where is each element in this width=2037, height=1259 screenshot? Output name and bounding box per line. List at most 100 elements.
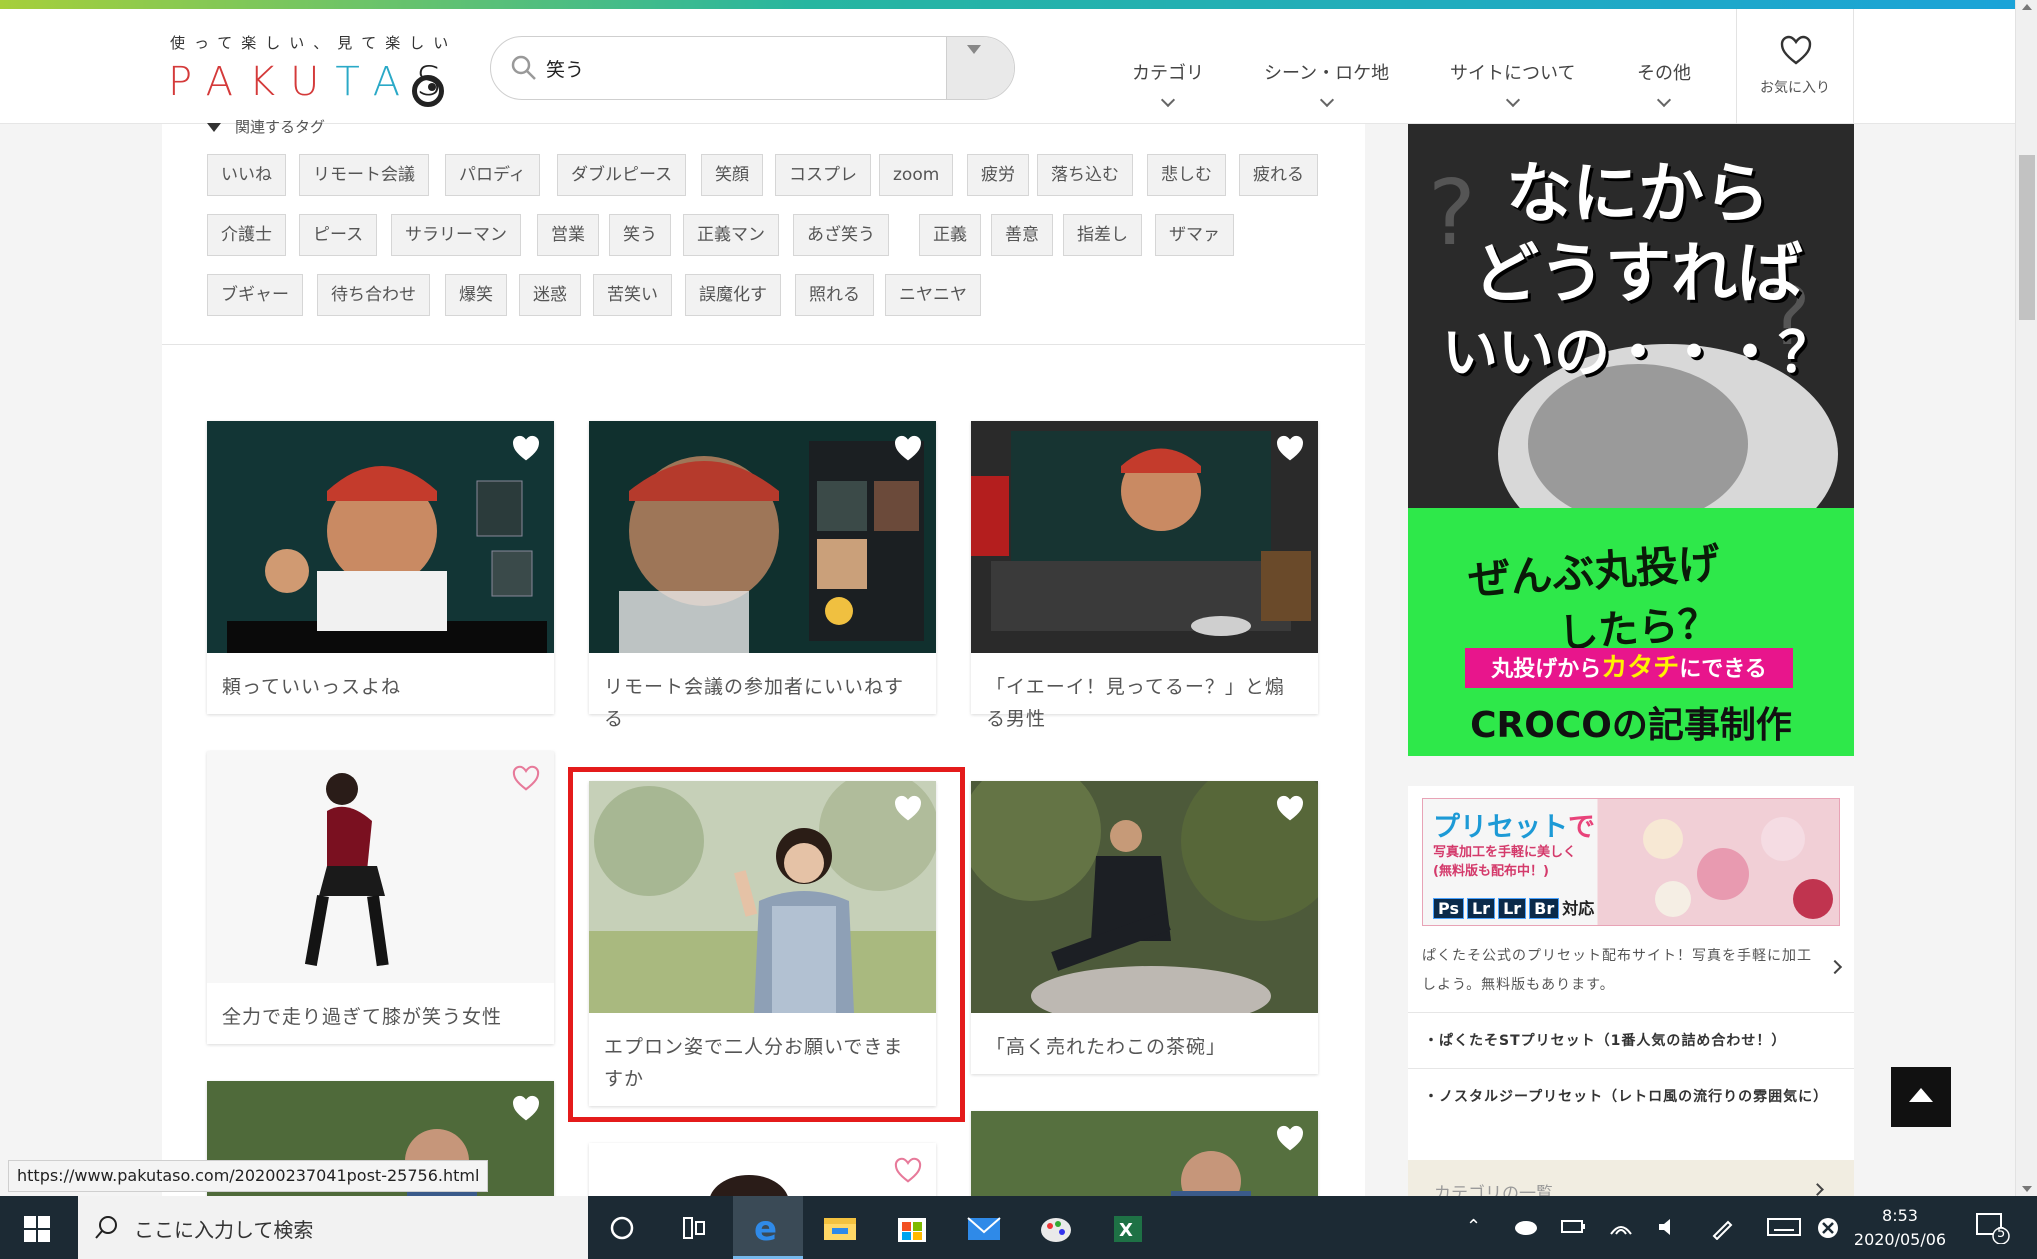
tag-item[interactable]: 営業 bbox=[537, 214, 599, 256]
photo-thumbnail[interactable] bbox=[207, 421, 554, 653]
tag-item[interactable]: 正義 bbox=[919, 214, 981, 256]
edge-browser-icon[interactable]: e bbox=[746, 1206, 790, 1250]
photo-thumbnail[interactable] bbox=[971, 421, 1318, 653]
windows-start-icon[interactable] bbox=[24, 1216, 50, 1242]
photo-caption[interactable]: 頼っていいっスよね bbox=[207, 653, 554, 703]
photo-thumbnail[interactable] bbox=[971, 781, 1318, 1013]
scroll-down-arrow-icon[interactable] bbox=[2022, 1186, 2032, 1192]
photo-card[interactable]: リモート会議の参加者にいいねする bbox=[589, 421, 936, 730]
nav-about[interactable]: サイトについて bbox=[1450, 59, 1576, 108]
preset-link-st[interactable]: ・ぱくたそSTプリセット（1番人気の詰め合わせ！） bbox=[1408, 1012, 1854, 1068]
paint-icon[interactable] bbox=[1034, 1206, 1078, 1250]
show-hidden-icons-icon[interactable]: ⌃ bbox=[1466, 1216, 1481, 1237]
favorite-heart-icon[interactable] bbox=[894, 1157, 922, 1183]
preset-link-nostalgie[interactable]: ・ノスタルジープリセット（レトロ風の流行りの雰囲気に） bbox=[1408, 1068, 1854, 1124]
tag-item[interactable]: zoom bbox=[879, 154, 954, 196]
nav-category[interactable]: カテゴリ bbox=[1132, 59, 1204, 108]
tag-item[interactable]: 疲労 bbox=[967, 154, 1029, 196]
tag-item[interactable]: 介護士 bbox=[207, 214, 286, 256]
tag-item[interactable]: 指差し bbox=[1063, 214, 1142, 256]
favorite-heart-icon[interactable] bbox=[512, 1095, 540, 1121]
favorite-heart-icon[interactable] bbox=[512, 435, 540, 461]
keyboard-icon[interactable] bbox=[1766, 1216, 1802, 1238]
favorite-heart-icon[interactable] bbox=[1276, 435, 1304, 461]
tag-item[interactable]: いいね bbox=[207, 154, 286, 196]
sidebar-ad-croco[interactable]: ? ? なにから どうすれば いいの・・・？ ぜんぶ丸投げ したら？ 丸投げから… bbox=[1408, 124, 1854, 756]
photo-card[interactable] bbox=[971, 1111, 1318, 1201]
tag-item[interactable]: 迷惑 bbox=[519, 274, 581, 316]
file-explorer-icon[interactable] bbox=[818, 1206, 862, 1250]
volume-icon[interactable] bbox=[1656, 1216, 1682, 1238]
chevron-right-icon[interactable] bbox=[1827, 959, 1843, 975]
nav-scene-location[interactable]: シーン・ロケ地 bbox=[1264, 59, 1389, 108]
tag-item[interactable]: パロディ bbox=[445, 154, 540, 196]
tag-item[interactable]: あざ笑う bbox=[793, 214, 889, 256]
photo-card[interactable]: 全力で走り過ぎて膝が笑う女性 bbox=[207, 751, 554, 1044]
logo-text-paku: PAKU bbox=[168, 59, 336, 105]
favorite-heart-icon[interactable] bbox=[512, 765, 540, 791]
preset-description[interactable]: ぱくたそ公式のプリセット配布サイト！写真を手軽に加工しよう。無料版もあります。 bbox=[1422, 942, 1822, 1000]
nav-about-label: サイトについて bbox=[1450, 63, 1576, 84]
tag-item[interactable]: 悲しむ bbox=[1147, 154, 1226, 196]
tag-item[interactable]: 落ち込む bbox=[1037, 154, 1133, 196]
task-view-icon[interactable] bbox=[672, 1206, 716, 1250]
taskbar-search-box[interactable]: ここに入力して検索 bbox=[78, 1196, 588, 1259]
tag-item[interactable]: リモート会議 bbox=[299, 154, 429, 196]
tag-item[interactable]: 苦笑い bbox=[593, 274, 672, 316]
microsoft-store-icon[interactable] bbox=[890, 1206, 934, 1250]
search-input[interactable] bbox=[546, 47, 926, 89]
mail-icon[interactable] bbox=[962, 1206, 1006, 1250]
photo-card[interactable] bbox=[589, 1143, 936, 1201]
tag-item[interactable]: 疲れる bbox=[1239, 154, 1318, 196]
tag-item[interactable]: コスプレ bbox=[775, 154, 871, 196]
photo-card[interactable]: 「イエーイ！見ってるー？」と煽る男性 bbox=[971, 421, 1318, 730]
onedrive-icon[interactable] bbox=[1512, 1216, 1538, 1236]
tag-item[interactable]: ブギャー bbox=[207, 274, 303, 316]
page-scrollbar[interactable] bbox=[2015, 0, 2037, 1196]
tag-item[interactable]: 待ち合わせ bbox=[317, 274, 430, 316]
photo-thumbnail[interactable] bbox=[589, 1143, 936, 1201]
favorites-button[interactable]: お気に入り bbox=[1736, 9, 1854, 124]
taskbar-clock[interactable]: 8:53 2020/05/06 bbox=[1840, 1204, 1960, 1252]
search-dropdown-toggle[interactable] bbox=[946, 37, 1014, 99]
favorite-heart-icon[interactable] bbox=[894, 435, 922, 461]
preset-sub-line2: (無料版も配布中！) bbox=[1433, 864, 1549, 879]
wifi-icon[interactable] bbox=[1608, 1216, 1634, 1238]
scroll-up-arrow-icon[interactable] bbox=[2022, 4, 2032, 10]
tag-item[interactable]: サラリーマン bbox=[391, 214, 521, 256]
photo-thumbnail[interactable] bbox=[971, 1111, 1318, 1201]
tag-item[interactable]: 爆笑 bbox=[445, 274, 507, 316]
favorite-heart-icon[interactable] bbox=[1276, 1125, 1304, 1151]
photo-caption[interactable]: リモート会議の参加者にいいねする bbox=[589, 653, 936, 735]
photo-thumbnail[interactable] bbox=[589, 421, 936, 653]
photo-card[interactable]: 頼っていいっスよね bbox=[207, 421, 554, 714]
back-to-top-button[interactable] bbox=[1891, 1067, 1951, 1127]
nav-other[interactable]: その他 bbox=[1637, 59, 1691, 108]
preset-banner[interactable]: プリセットで 写真加工を手軽に美しく (無料版も配布中！) Ps Lr Lr Br 対応 bbox=[1422, 798, 1840, 926]
tag-item[interactable]: 照れる bbox=[795, 274, 874, 316]
tag-item[interactable]: ダブルピース bbox=[557, 154, 687, 196]
photo-caption[interactable]: 全力で走り過ぎて膝が笑う女性 bbox=[207, 983, 554, 1033]
photo-card[interactable]: 「高く売れたわこの茶碗」 bbox=[971, 781, 1318, 1074]
pen-icon[interactable] bbox=[1710, 1216, 1736, 1240]
battery-icon[interactable] bbox=[1560, 1216, 1586, 1236]
tag-item[interactable]: ピース bbox=[299, 214, 378, 256]
tag-item[interactable]: 笑顔 bbox=[701, 154, 763, 196]
tag-item[interactable]: 正義マン bbox=[683, 214, 779, 256]
ad-green-panel: ぜんぶ丸投げ したら？ 丸投げからカタチにできる CROCOの記事制作 bbox=[1408, 508, 1854, 756]
tag-item[interactable]: ザマァ bbox=[1155, 214, 1234, 256]
photo-thumbnail[interactable] bbox=[207, 751, 554, 983]
scrollbar-thumb[interactable] bbox=[2019, 155, 2035, 320]
tag-item[interactable]: ニヤニヤ bbox=[885, 274, 981, 316]
tag-item[interactable]: 善意 bbox=[991, 214, 1053, 256]
search-bar[interactable] bbox=[490, 36, 1015, 100]
tag-item[interactable]: 誤魔化す bbox=[685, 274, 781, 316]
excel-icon[interactable]: X bbox=[1106, 1206, 1150, 1250]
notification-icon[interactable] bbox=[1975, 1212, 2011, 1244]
photo-caption[interactable]: 「イエーイ！見ってるー？」と煽る男性 bbox=[971, 653, 1318, 735]
tag-item[interactable]: 笑う bbox=[609, 214, 671, 256]
photo-caption[interactable]: 「高く売れたわこの茶碗」 bbox=[971, 1013, 1318, 1063]
favorite-heart-icon[interactable] bbox=[1276, 795, 1304, 821]
close-circle-icon[interactable] bbox=[1816, 1216, 1840, 1240]
cortana-icon[interactable] bbox=[600, 1206, 644, 1250]
